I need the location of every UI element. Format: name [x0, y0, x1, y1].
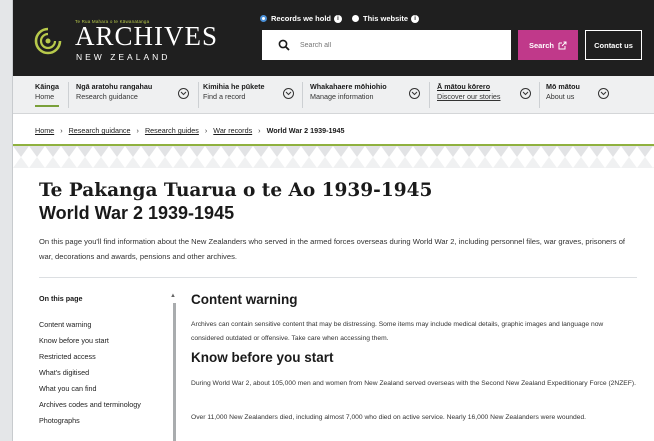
nav-item-label: Find a record [203, 92, 246, 101]
breadcrumb-current: World War 2 1939-1945 [266, 126, 345, 135]
nav-divider [429, 82, 430, 108]
toc-list: Content warning Know before you start Re… [39, 317, 141, 429]
triangle-pattern-banner [13, 146, 654, 168]
search-field [262, 30, 511, 60]
info-icon[interactable]: i [411, 14, 420, 23]
logo-wordmark[interactable]: ARCHIVES [75, 22, 218, 50]
breadcrumb-separator: › [258, 126, 261, 135]
records-radio-label[interactable]: Records we hold [271, 14, 331, 23]
nav-item-manage-information[interactable]: Whakahaere mōhiohio Manage information [310, 82, 387, 102]
nav-item-label: Manage information [310, 92, 374, 101]
nav-item-research-guidance[interactable]: Ngā aratohu rangahau Research guidance [76, 82, 152, 102]
search-icon [278, 39, 290, 51]
scroll-up-icon[interactable]: ▲ [170, 293, 176, 299]
chevron-down-icon[interactable] [598, 88, 609, 99]
nav-item-label: Home [35, 92, 55, 101]
breadcrumb-link-war-records[interactable]: War records [213, 126, 252, 135]
info-icon[interactable]: i [334, 14, 343, 23]
nav-divider [302, 82, 303, 108]
nav-item-maori-label: Ā mātou kōrero [437, 82, 491, 91]
page-intro: On this page you'll find information abo… [39, 237, 626, 261]
content-warning-heading: Content warning [191, 292, 298, 307]
archives-logo-icon[interactable] [33, 26, 63, 56]
main-nav: Kāinga Home Ngā aratohu rangahau Researc… [13, 76, 654, 114]
chevron-down-icon[interactable] [283, 88, 294, 99]
nav-item-about-us[interactable]: Mō mātou About us [546, 82, 580, 102]
nav-item-label: About us [546, 92, 575, 101]
nav-item-maori-label: Kimihia he pūkete [203, 82, 265, 91]
toc-link-what-you-can-find[interactable]: What you can find [39, 381, 141, 397]
nav-divider [198, 82, 199, 108]
section-divider [39, 277, 637, 278]
website-radio-label[interactable]: This website [363, 14, 408, 23]
browser-page: Te Rua Mahara o te Kāwanatanga ARCHIVES … [12, 0, 654, 441]
toc-link-restricted-access[interactable]: Restricted access [39, 349, 141, 365]
toc-link-content-warning[interactable]: Content warning [39, 317, 141, 333]
toc-link-archives-codes[interactable]: Archives codes and terminology [39, 397, 141, 413]
nav-item-maori-label: Kāinga [35, 82, 59, 91]
toc-link-photographs[interactable]: Photographs [39, 413, 141, 429]
search-button-label: Search [528, 40, 555, 50]
search-scope: Records we hold i This website i [260, 14, 420, 23]
search-button[interactable]: Search [518, 30, 578, 60]
chevron-down-icon[interactable] [178, 88, 189, 99]
nav-divider [68, 82, 69, 108]
nav-divider [539, 82, 540, 108]
breadcrumb: Home › Research guidance › Research guid… [35, 126, 344, 135]
breadcrumb-link-research-guidance[interactable]: Research guidance [69, 126, 131, 135]
external-link-icon [558, 41, 567, 49]
chevron-down-icon[interactable] [409, 88, 420, 99]
page-title: World War 2 1939-1945 [39, 203, 235, 223]
breadcrumb-link-research-guides[interactable]: Research guides [145, 126, 199, 135]
nav-item-label: Research guidance [76, 92, 138, 101]
logo-subtitle: NEW ZEALAND [76, 52, 171, 62]
know-before-paragraph: Over 11,000 New Zealanders died, includi… [191, 414, 587, 421]
nav-item-home[interactable]: Kāinga Home [35, 82, 59, 107]
know-before-heading: Know before you start [191, 350, 334, 365]
records-radio[interactable] [260, 15, 267, 22]
breadcrumb-link-home[interactable]: Home [35, 126, 54, 135]
nav-item-maori-label: Mō mātou [546, 82, 580, 91]
breadcrumb-separator: › [60, 126, 63, 135]
website-radio[interactable] [352, 15, 360, 22]
toc-scrollbar[interactable] [173, 303, 176, 441]
know-before-paragraph: During World War 2, about 105,000 men an… [191, 380, 636, 387]
nav-item-maori-label: Whakahaere mōhiohio [310, 82, 387, 91]
site-header: Te Rua Mahara o te Kāwanatanga ARCHIVES … [13, 0, 654, 76]
toc-heading: On this page [39, 294, 83, 303]
nav-item-label: Discover our stories [437, 92, 501, 101]
page-title-maori: Te Pakanga Tuarua o te Ao 1939-1945 [39, 180, 433, 201]
search-input[interactable] [300, 41, 490, 49]
chevron-down-icon[interactable] [520, 88, 531, 99]
content-warning-text: Archives can contain sensitive content t… [191, 321, 604, 342]
contact-us-button[interactable]: Contact us [585, 30, 642, 60]
nav-item-maori-label: Ngā aratohu rangahau [76, 82, 153, 91]
toc-link-whats-digitised[interactable]: What's digitised [39, 365, 141, 381]
nav-item-discover-our-stories[interactable]: Ā mātou kōrero Discover our stories [437, 82, 501, 102]
nav-item-find-a-record[interactable]: Kimihia he pūkete Find a record [203, 82, 265, 102]
toc-link-know-before-you-start[interactable]: Know before you start [39, 333, 141, 349]
breadcrumb-separator: › [136, 126, 139, 135]
breadcrumb-separator: › [204, 126, 208, 135]
